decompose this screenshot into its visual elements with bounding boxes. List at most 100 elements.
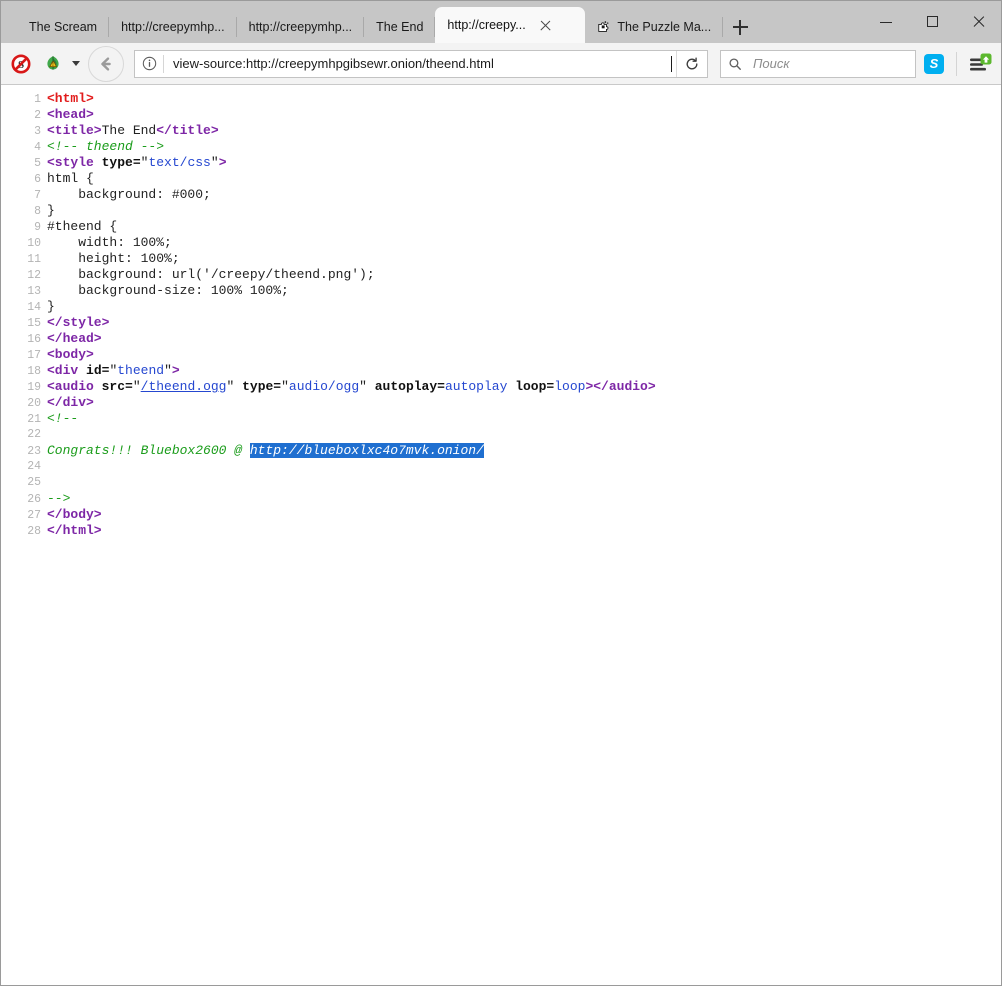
line-code[interactable]: </head> (41, 331, 102, 347)
line-code[interactable]: <head> (41, 107, 94, 123)
line-number: 23 (1, 444, 41, 460)
site-info-icon[interactable] (135, 51, 163, 77)
line-number: 14 (1, 300, 41, 316)
line-code[interactable]: </html> (41, 523, 102, 539)
line-number: 2 (1, 108, 41, 124)
code-token: loop (554, 379, 585, 394)
line-code[interactable]: background-size: 100% 100%; (41, 283, 289, 299)
code-token: html { (47, 171, 94, 186)
code-token: <!-- theend --> (47, 139, 164, 154)
source-line: 27</body> (1, 507, 1001, 523)
line-code[interactable]: --> (41, 491, 70, 507)
tab-creepy-active[interactable]: http://creepy... (435, 7, 585, 43)
source-line: 5<style type="text/css"> (1, 155, 1001, 171)
line-code[interactable]: <div id="theend"> (41, 363, 180, 379)
line-number: 19 (1, 380, 41, 396)
source-line: 1<html> (1, 91, 1001, 107)
maximize-button[interactable] (909, 7, 955, 37)
code-token (94, 155, 102, 170)
close-window-button[interactable] (955, 7, 1001, 37)
code-token: </html> (47, 523, 102, 538)
code-token: <!-- (47, 411, 78, 426)
code-token: The End (102, 123, 157, 138)
code-token: > (219, 155, 227, 170)
line-code[interactable]: <body> (41, 347, 94, 363)
line-code[interactable]: <audio src="/theend.ogg" type="audio/ogg… (41, 379, 656, 395)
source-line: 11 height: 100%; (1, 251, 1001, 267)
line-code[interactable]: height: 100%; (41, 251, 180, 267)
line-number: 1 (1, 92, 41, 108)
line-number: 15 (1, 316, 41, 332)
tab-the-puzzle-maker[interactable]: The Puzzle Ma... (585, 11, 723, 43)
source-line: 22 (1, 427, 1001, 443)
line-code[interactable]: </style> (41, 315, 109, 331)
search-bar[interactable]: Поиск (720, 50, 916, 78)
source-line: 18<div id="theend"> (1, 363, 1001, 379)
line-code[interactable]: <style type="text/css"> (41, 155, 227, 171)
line-code[interactable]: Congrats!!! Bluebox2600 @ http://bluebox… (41, 443, 484, 459)
line-code[interactable]: <!-- theend --> (41, 139, 164, 155)
source-line: 25 (1, 475, 1001, 491)
line-code[interactable]: </body> (41, 507, 102, 523)
line-code[interactable]: html { (41, 171, 94, 187)
code-token: --> (47, 491, 70, 506)
selected-url[interactable]: http://blueboxlxc4o7mvk.onion/ (250, 443, 484, 458)
close-icon[interactable] (538, 18, 553, 33)
code-token (78, 363, 86, 378)
code-token: background: url('/creepy/theend.png'); (47, 267, 375, 282)
line-code[interactable]: <html> (41, 91, 94, 107)
code-token: " (226, 379, 242, 394)
line-code[interactable]: width: 100%; (41, 235, 172, 251)
address-bar-input[interactable]: view-source:http://creepymhpgibsewr.onio… (164, 56, 671, 71)
line-number: 18 (1, 364, 41, 380)
text-cursor (671, 56, 672, 72)
tab-the-scream[interactable]: The Scream (1, 11, 109, 43)
line-number: 27 (1, 508, 41, 524)
menu-button[interactable] (965, 50, 995, 78)
code-token: theend (117, 363, 164, 378)
code-token: autoplay= (375, 379, 445, 394)
line-code[interactable]: } (41, 299, 55, 315)
code-token: <body> (47, 347, 94, 362)
source-line: 12 background: url('/creepy/theend.png')… (1, 267, 1001, 283)
address-bar[interactable]: view-source:http://creepymhpgibsewr.onio… (134, 50, 708, 78)
tor-onion-icon[interactable]: ! (39, 50, 67, 78)
search-input[interactable]: Поиск (753, 56, 790, 71)
line-code[interactable]: } (41, 203, 55, 219)
code-token: <div (47, 363, 78, 378)
code-token: </title> (156, 123, 218, 138)
code-token: </audio> (593, 379, 655, 394)
new-tab-button[interactable] (723, 11, 757, 43)
line-code[interactable]: background: url('/creepy/theend.png'); (41, 267, 375, 283)
line-code[interactable]: #theend { (41, 219, 117, 235)
code-token: > (172, 363, 180, 378)
source-line: 26--> (1, 491, 1001, 507)
chevron-down-icon[interactable] (72, 61, 80, 66)
line-number: 4 (1, 140, 41, 156)
line-code[interactable]: </div> (41, 395, 94, 411)
line-code[interactable]: <title>The End</title> (41, 123, 219, 139)
code-token: </div> (47, 395, 94, 410)
search-icon (721, 51, 749, 77)
line-code[interactable]: <!-- (41, 411, 78, 427)
code-token: } (47, 203, 55, 218)
noscript-icon[interactable]: S (7, 50, 35, 78)
line-code[interactable]: background: #000; (41, 187, 211, 203)
source-link[interactable]: /theend.ogg (141, 379, 227, 394)
source-line: 21<!-- (1, 411, 1001, 427)
source-line: 8} (1, 203, 1001, 219)
tab-creepy-2[interactable]: http://creepymhp... (237, 11, 365, 43)
minimize-button[interactable] (863, 7, 909, 37)
code-token: type= (242, 379, 281, 394)
skype-icon[interactable]: S (920, 50, 948, 78)
tab-the-end[interactable]: The End (364, 11, 435, 43)
back-button[interactable] (88, 46, 124, 82)
code-token: background-size: 100% 100%; (47, 283, 289, 298)
navigation-toolbar: S ! (1, 43, 1001, 85)
line-number: 24 (1, 459, 41, 475)
source-code-view[interactable]: 1<html>2<head>3<title>The End</title>4<!… (1, 85, 1001, 985)
code-token: <head> (47, 107, 94, 122)
reload-button[interactable] (676, 51, 707, 77)
code-token: loop= (515, 379, 554, 394)
tab-creepy-1[interactable]: http://creepymhp... (109, 11, 237, 43)
